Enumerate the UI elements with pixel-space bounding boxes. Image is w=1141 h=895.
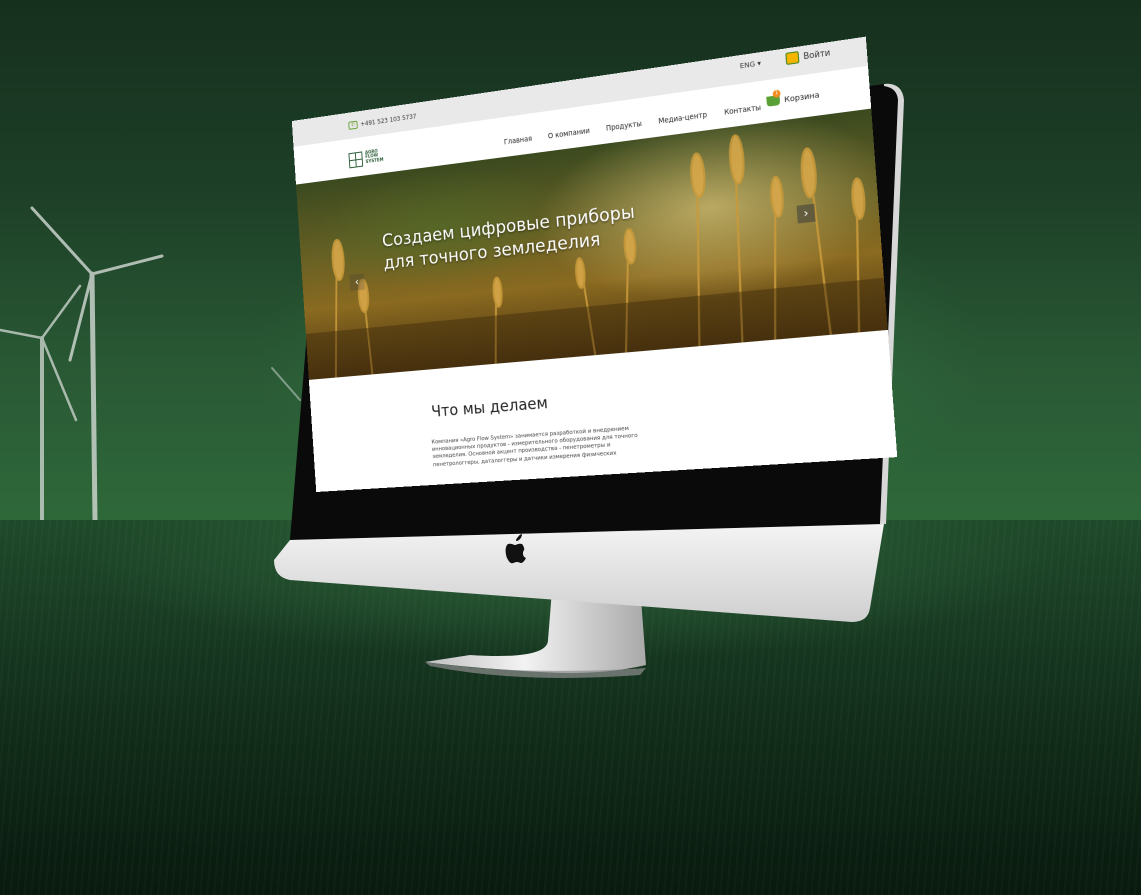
arrow-left-icon[interactable]: ‹: [349, 273, 365, 292]
cart-label: Корзина: [783, 89, 820, 105]
nav-item-contacts[interactable]: Контакты: [724, 103, 761, 117]
section-text: Компания «Agro Flow System» занимается р…: [431, 425, 638, 469]
screen: ✆ +491 523 103 5737 ENG ▾ Войти AGRO FLO…: [291, 36, 898, 510]
phone-contact[interactable]: ✆ +491 523 103 5737: [348, 112, 417, 130]
nav-item-media[interactable]: Медиа-центр: [658, 111, 707, 126]
cart-icon: 1: [766, 89, 781, 107]
cart-count-badge: 1: [772, 89, 781, 99]
cart-button[interactable]: 1 Корзина: [766, 89, 820, 107]
login-button[interactable]: Войти: [785, 46, 831, 66]
logo-word: SYSTEM: [365, 157, 384, 165]
phone-icon: ✆: [348, 120, 358, 130]
site-logo[interactable]: AGRO FLOW SYSTEM: [348, 149, 384, 169]
phone-number: +491 523 103 5737: [360, 112, 417, 128]
arrow-right-icon[interactable]: ›: [796, 203, 816, 224]
language-label: ENG: [739, 59, 756, 71]
logo-icon: [348, 151, 364, 169]
language-selector[interactable]: ENG ▾: [740, 59, 762, 71]
nav-item-about[interactable]: О компании: [548, 127, 590, 141]
nav-item-home[interactable]: Главная: [504, 134, 533, 146]
user-icon: [785, 50, 800, 66]
login-label: Войти: [803, 47, 831, 62]
nav-item-products[interactable]: Продукты: [606, 119, 642, 132]
chevron-down-icon: ▾: [757, 58, 762, 69]
section-title: Что мы делаем: [430, 393, 549, 421]
